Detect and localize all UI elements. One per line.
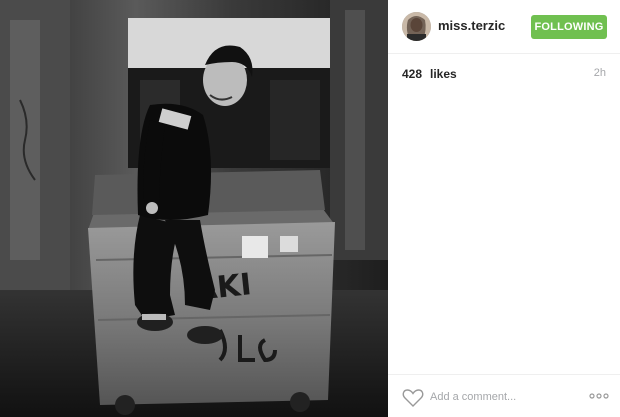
likes-count[interactable]: 428 [402, 67, 422, 81]
post-photo-image: AKI [0, 0, 388, 417]
post-header: miss.terzic FOLLOWING [388, 0, 620, 54]
more-options-icon[interactable] [588, 389, 610, 403]
comments-area [402, 96, 606, 366]
post-sidebar: miss.terzic FOLLOWING 428 likes 2h [388, 0, 620, 417]
heart-icon[interactable] [402, 388, 424, 408]
post-timestamp[interactable]: 2h [594, 67, 606, 79]
add-comment-input[interactable] [430, 386, 580, 408]
likes-row: 428 likes 2h [402, 67, 606, 83]
username-link[interactable]: miss.terzic [438, 18, 505, 33]
avatar-image [402, 12, 431, 41]
likes-label[interactable]: likes [430, 67, 457, 81]
post-photo[interactable]: AKI [0, 0, 388, 417]
post-footer [388, 374, 620, 417]
following-button[interactable]: FOLLOWING [531, 15, 607, 39]
avatar[interactable] [402, 12, 431, 41]
